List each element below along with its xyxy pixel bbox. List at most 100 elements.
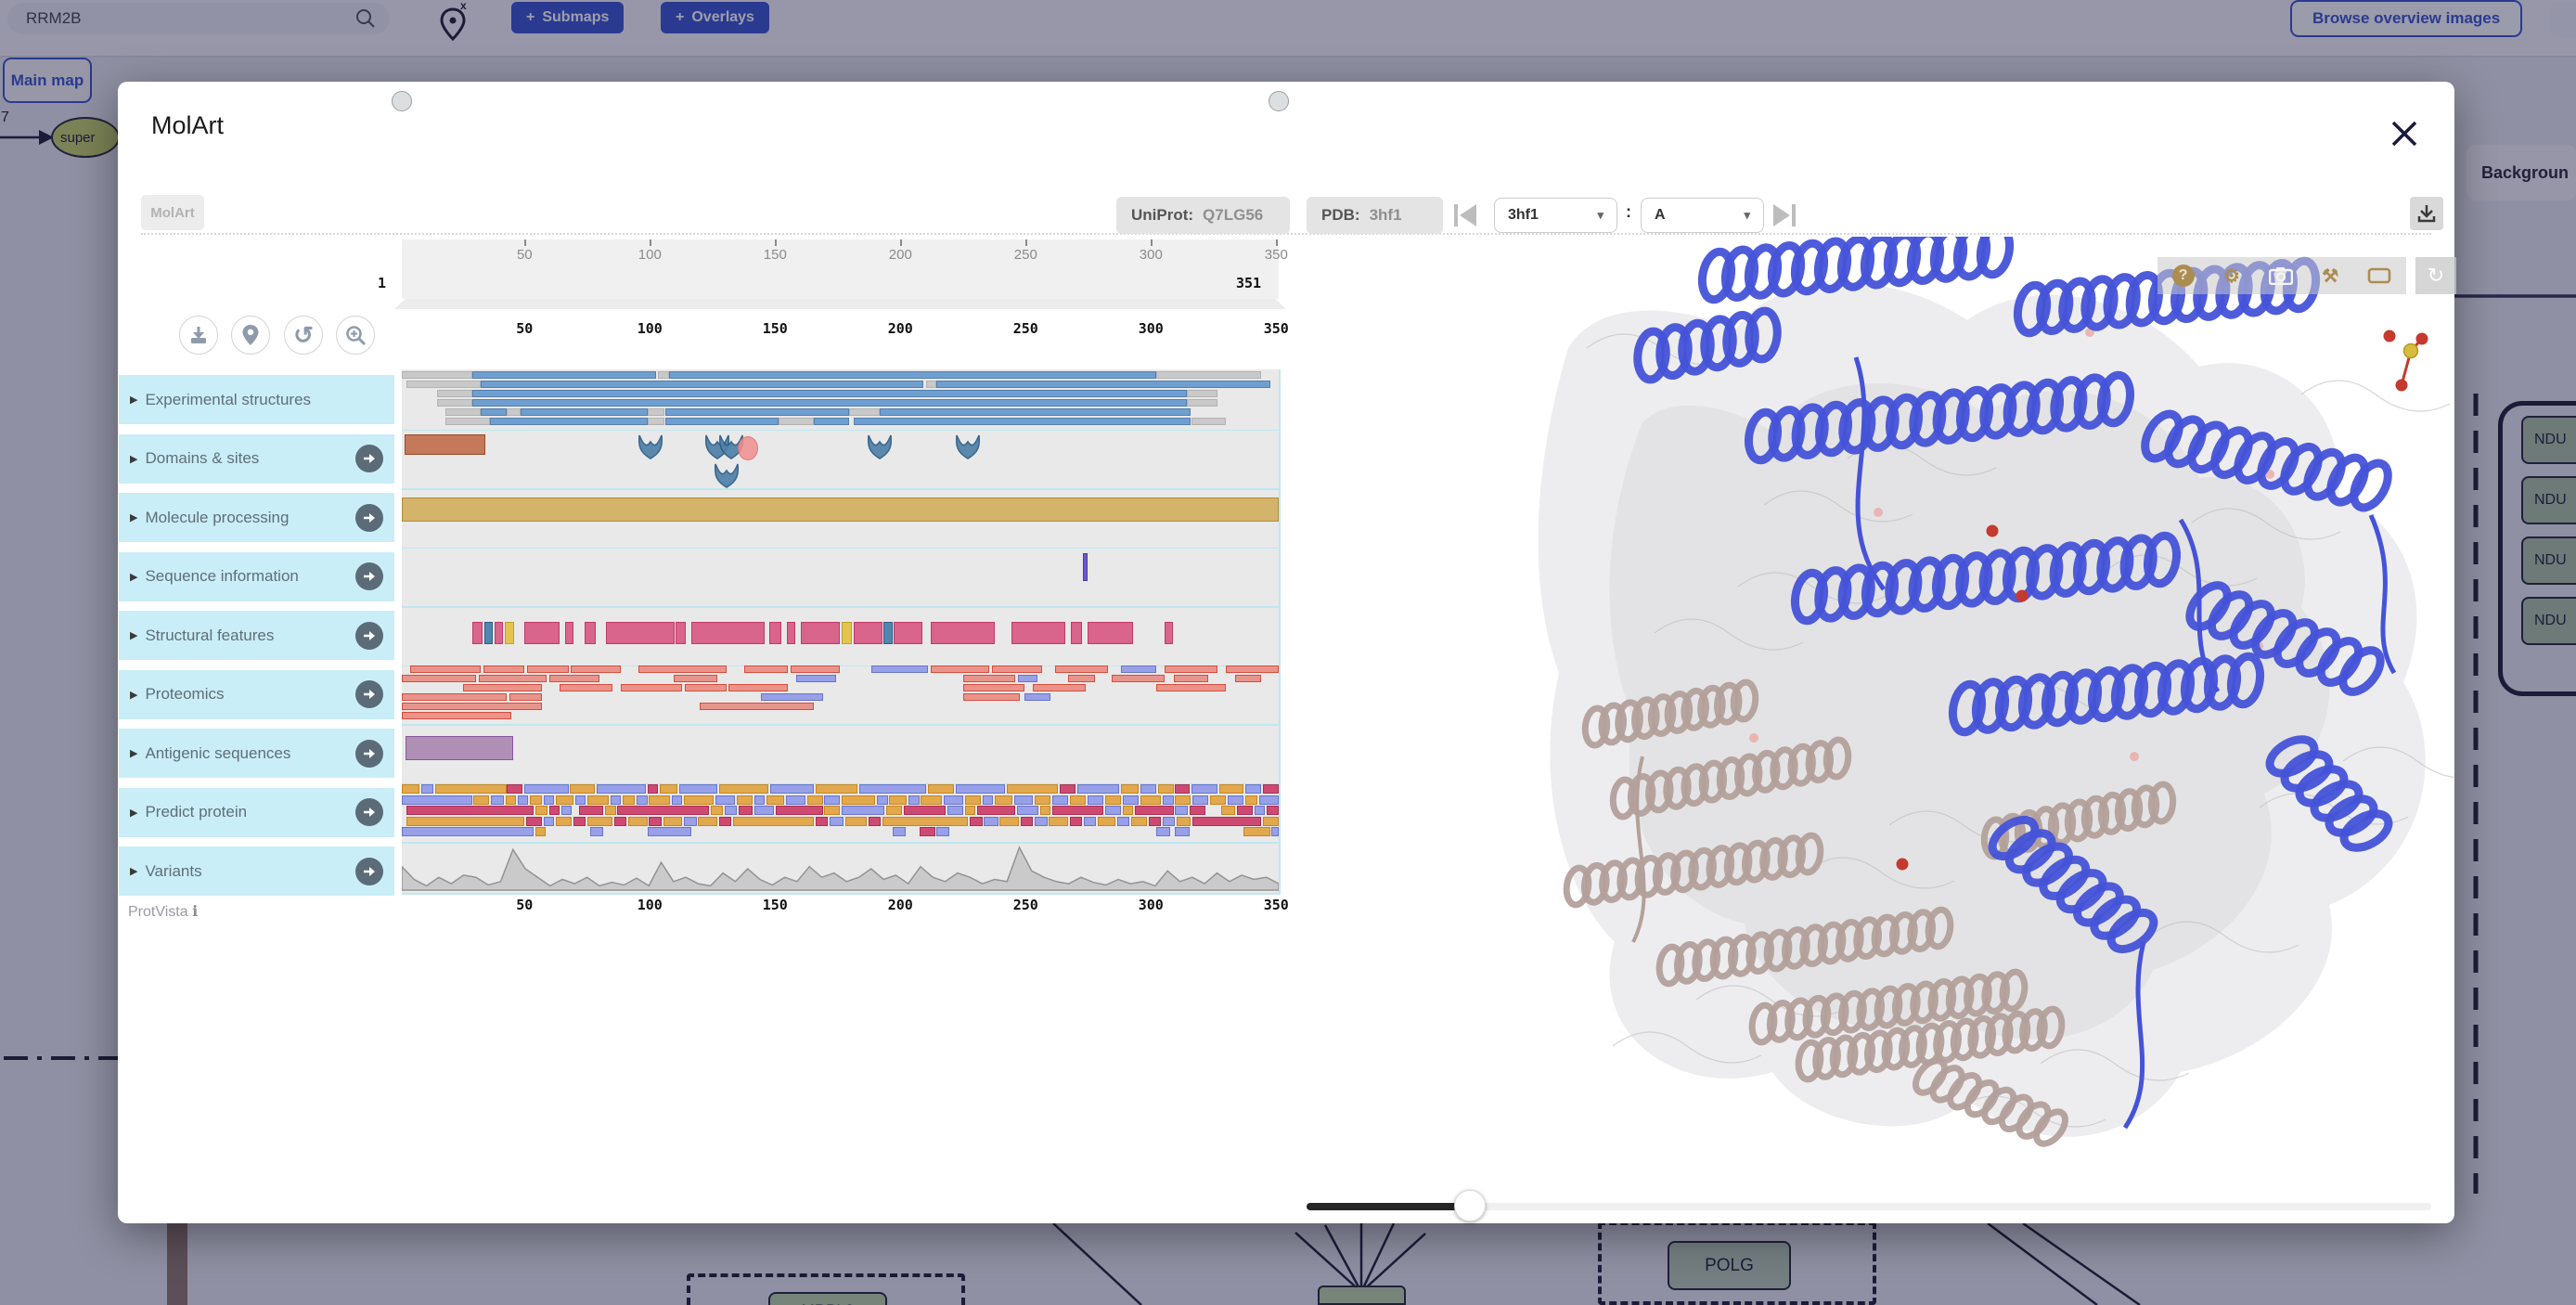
helix-strand-segment[interactable] — [505, 622, 514, 644]
prediction-segment[interactable] — [1140, 784, 1156, 794]
prediction-segment[interactable] — [698, 817, 717, 826]
helix-strand-segment[interactable] — [606, 622, 675, 644]
prediction-segment[interactable] — [623, 795, 635, 805]
prediction-segment[interactable] — [1192, 795, 1208, 805]
helix-strand-segment[interactable] — [565, 622, 573, 644]
peptide-bar[interactable] — [1156, 684, 1227, 691]
peptide-bar[interactable] — [685, 684, 726, 691]
prediction-segment[interactable] — [947, 806, 963, 815]
prediction-segment[interactable] — [1221, 806, 1235, 815]
prediction-segment[interactable] — [908, 795, 919, 805]
peptide-bar[interactable] — [931, 665, 989, 673]
prediction-segment[interactable] — [984, 817, 998, 826]
prediction-segment[interactable] — [561, 806, 572, 815]
peptide-bar[interactable] — [796, 675, 836, 682]
prediction-segment[interactable] — [739, 806, 753, 815]
open-track-arrow-icon[interactable] — [355, 562, 383, 590]
structure-coverage-bar[interactable] — [854, 418, 1191, 425]
highlight-position-button[interactable] — [231, 316, 270, 355]
prediction-segment[interactable] — [877, 795, 887, 805]
peptide-bar[interactable] — [560, 684, 612, 691]
peptide-bar[interactable] — [402, 703, 542, 710]
prediction-segment[interactable] — [715, 795, 735, 805]
helix-strand-segment[interactable] — [787, 622, 795, 644]
collapse-triangle-icon[interactable]: ▶ — [130, 807, 137, 819]
sequence-ruler[interactable]: 50100150200250300350 — [402, 239, 1279, 299]
peptide-bar[interactable] — [1018, 675, 1037, 682]
peptide-bar[interactable] — [621, 684, 682, 691]
track-row-domains-sites[interactable]: ▶Domains & sites — [119, 434, 394, 484]
structure-coverage-bar[interactable] — [445, 418, 489, 425]
prediction-segment[interactable] — [1040, 806, 1050, 815]
prediction-segment[interactable] — [648, 784, 658, 794]
prediction-segment[interactable] — [1052, 806, 1103, 815]
structure-coverage-bar[interactable] — [648, 418, 665, 425]
prediction-segment[interactable] — [663, 817, 683, 826]
site-marker-icon[interactable] — [638, 433, 663, 461]
prediction-segment[interactable] — [965, 806, 975, 815]
prediction-segment[interactable] — [1077, 784, 1119, 794]
open-track-arrow-icon[interactable] — [355, 680, 383, 708]
prediction-segment[interactable] — [556, 795, 573, 805]
prediction-segment[interactable] — [1158, 784, 1174, 794]
track-row-experimental-structures[interactable]: ▶Experimental structures — [119, 375, 394, 424]
prediction-segment[interactable] — [507, 784, 522, 794]
structure-coverage-bar[interactable] — [1187, 390, 1217, 397]
prediction-segment[interactable] — [1035, 795, 1050, 805]
helix-strand-segment[interactable] — [1011, 622, 1066, 644]
prediction-segment[interactable] — [920, 827, 935, 836]
gear-icon[interactable]: ⚙ — [2223, 265, 2240, 288]
prediction-segment[interactable] — [587, 817, 612, 826]
prediction-segment[interactable] — [1177, 817, 1191, 826]
collapse-triangle-icon[interactable]: ▶ — [130, 747, 137, 759]
prediction-segment[interactable] — [824, 795, 840, 805]
prediction-segment[interactable] — [1175, 795, 1191, 805]
prediction-segment[interactable] — [530, 795, 542, 805]
chain-select[interactable]: A ▾ — [1641, 198, 1764, 233]
structure-coverage-bar[interactable] — [490, 418, 648, 425]
peptide-bar[interactable] — [791, 665, 841, 673]
structure-coverage-bar[interactable] — [779, 418, 814, 425]
helix-strand-segment[interactable] — [1088, 622, 1133, 644]
structure-coverage-bar[interactable] — [481, 408, 507, 416]
camera-icon[interactable] — [2269, 266, 2293, 285]
helix-strand-segment[interactable] — [585, 622, 596, 644]
helix-strand-segment[interactable] — [842, 622, 851, 644]
peptide-bar[interactable] — [728, 684, 787, 691]
open-track-arrow-icon[interactable] — [355, 504, 383, 532]
prediction-segment[interactable] — [936, 827, 948, 836]
prediction-segment[interactable] — [1088, 795, 1103, 805]
prediction-segment[interactable] — [737, 795, 753, 805]
prediction-segment[interactable] — [904, 806, 946, 815]
collapse-triangle-icon[interactable]: ▶ — [130, 511, 137, 523]
prediction-segment[interactable] — [544, 817, 554, 826]
helix-strand-segment[interactable] — [691, 622, 765, 644]
prediction-segment[interactable] — [1245, 795, 1257, 805]
screenshot-box-icon[interactable] — [2367, 267, 2391, 284]
prediction-segment[interactable] — [1049, 817, 1068, 826]
prediction-segment[interactable] — [1163, 817, 1175, 826]
prediction-segment[interactable] — [1192, 817, 1261, 826]
prediction-segment[interactable] — [882, 817, 969, 826]
site-marker-icon[interactable] — [955, 433, 981, 461]
prediction-segment[interactable] — [921, 795, 942, 805]
prediction-segment[interactable] — [526, 817, 542, 826]
prediction-segment[interactable] — [816, 817, 828, 826]
prediction-segment[interactable] — [570, 784, 594, 794]
prediction-segment[interactable] — [421, 784, 433, 794]
peptide-bar[interactable] — [402, 693, 507, 701]
prediction-segment[interactable] — [893, 827, 906, 836]
structure-coverage-bar[interactable] — [936, 381, 1269, 388]
prediction-segment[interactable] — [859, 784, 926, 794]
prediction-segment[interactable] — [473, 795, 489, 805]
prediction-segment[interactable] — [1135, 806, 1174, 815]
prediction-segment[interactable] — [597, 784, 646, 794]
collapse-triangle-icon[interactable]: ▶ — [130, 689, 137, 701]
structure-coverage-bar[interactable] — [1191, 418, 1227, 425]
structure-coverage-bar[interactable] — [445, 408, 481, 416]
structure-coverage-bar[interactable] — [481, 381, 923, 388]
track-row-variants[interactable]: ▶Variants — [119, 846, 394, 896]
prediction-segment[interactable] — [770, 784, 814, 794]
chain-bar[interactable] — [402, 497, 1279, 522]
peptide-bar[interactable] — [1165, 665, 1217, 673]
